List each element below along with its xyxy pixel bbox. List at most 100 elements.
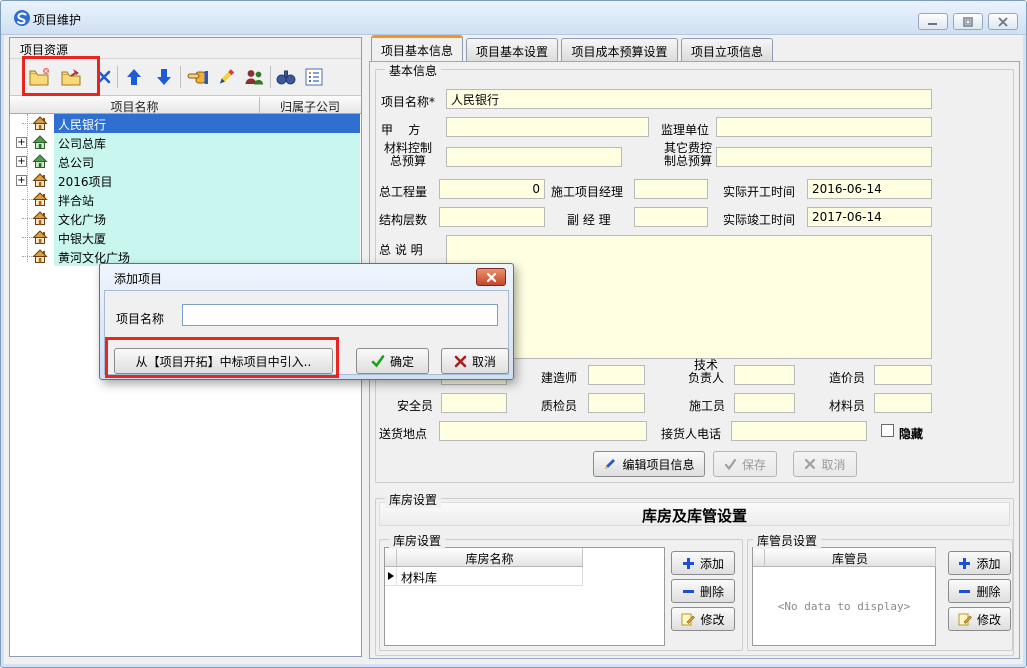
- receiver-phone-field[interactable]: [731, 421, 867, 441]
- tree-item-mixing-station[interactable]: 拌合站: [10, 190, 360, 209]
- cost-estimator-field[interactable]: [874, 365, 932, 385]
- actual-start-field[interactable]: [807, 179, 932, 199]
- structure-layers-field[interactable]: [439, 207, 545, 227]
- supervisor-field[interactable]: [716, 117, 932, 137]
- actual-completion-field[interactable]: [807, 207, 932, 227]
- edit-note-icon: [958, 612, 972, 626]
- dialog-cancel-button[interactable]: 取消: [441, 348, 509, 374]
- deputy-manager-field[interactable]: [634, 207, 708, 227]
- search-binoculars-icon[interactable]: [274, 64, 298, 90]
- expand-icon[interactable]: [16, 156, 27, 167]
- hide-checkbox[interactable]: [881, 424, 894, 437]
- tree-item-head-office[interactable]: 总公司: [10, 152, 360, 171]
- party-a-field[interactable]: [446, 117, 649, 137]
- deputy-manager-label: 副 经 理: [567, 211, 611, 228]
- structure-layers-label: 结构层数: [379, 211, 427, 228]
- material-budget-label: 材料控制总预算: [373, 142, 443, 168]
- total-quantity-field[interactable]: [439, 179, 545, 199]
- general-note-field[interactable]: [446, 235, 932, 359]
- new-project-folder-icon[interactable]: [27, 64, 51, 90]
- quality-inspector-label: 质检员: [541, 397, 577, 414]
- tree-item-culture-square[interactable]: 文化广场: [10, 209, 360, 228]
- pen-icon: [603, 457, 617, 471]
- dialog-name-field[interactable]: [182, 304, 498, 326]
- constructor-field[interactable]: [588, 365, 645, 385]
- delivery-location-label: 送货地点: [379, 425, 427, 442]
- tree-item-zhongyin-tower[interactable]: 中银大厦: [10, 228, 360, 247]
- dialog-title: 添加项目: [114, 270, 162, 287]
- warehouse-add-button[interactable]: 添加: [671, 551, 735, 575]
- keeper-right-legend: 库管员设置: [753, 532, 821, 549]
- tree-column-header: 项目名称 归属子公司: [10, 96, 361, 114]
- check-icon: [371, 354, 385, 368]
- construction-manager-field[interactable]: [634, 179, 708, 199]
- edit-project-info-button[interactable]: 编辑项目信息: [593, 451, 705, 477]
- tree-item-2016-projects[interactable]: 2016项目: [10, 171, 360, 190]
- import-folder-icon[interactable]: [59, 64, 83, 90]
- tree-item-renmin-bank[interactable]: 人民银行: [10, 114, 360, 133]
- edit-pencil-icon[interactable]: [214, 64, 238, 90]
- minus-icon: [958, 585, 971, 598]
- restore-button[interactable]: [953, 13, 983, 30]
- check-icon: [724, 458, 737, 471]
- tree-toolbar: [10, 59, 361, 96]
- minus-icon: [682, 585, 695, 598]
- house-icon: [32, 153, 48, 169]
- warehouse-group-legend: 库房设置: [385, 491, 441, 508]
- house-icon: [32, 172, 48, 188]
- delivery-location-field[interactable]: [439, 421, 647, 441]
- close-button[interactable]: [988, 13, 1018, 30]
- tab-cost-budget-settings[interactable]: 项目成本预算设置: [561, 38, 678, 61]
- tech-director-field[interactable]: [734, 365, 795, 385]
- tab-project-basic-info[interactable]: 项目基本信息: [371, 35, 463, 61]
- dialog-ok-button[interactable]: 确定: [356, 348, 429, 374]
- safety-officer-field[interactable]: [441, 393, 507, 413]
- app-logo-icon: [13, 9, 31, 27]
- keeper-delete-button[interactable]: 删除: [948, 579, 1011, 603]
- column-project-name: 项目名称: [10, 98, 259, 115]
- save-button[interactable]: 保存: [713, 451, 777, 477]
- delete-node-icon[interactable]: [92, 64, 116, 90]
- edit-note-icon: [681, 612, 695, 626]
- house-icon: [32, 248, 48, 264]
- minimize-button[interactable]: [918, 13, 948, 30]
- house-icon: [32, 229, 48, 245]
- move-down-icon[interactable]: [152, 64, 176, 90]
- material-clerk-label: 材料员: [829, 397, 865, 414]
- hand-pointer-icon[interactable]: [186, 64, 210, 90]
- keeper-add-button[interactable]: 添加: [948, 551, 1011, 575]
- dialog-close-button[interactable]: [476, 268, 506, 286]
- warehouse-modify-button[interactable]: 修改: [671, 607, 735, 631]
- house-icon: [32, 191, 48, 207]
- other-budget-field[interactable]: [716, 147, 932, 167]
- general-note-label: 总 说 明: [379, 241, 423, 258]
- plus-icon: [682, 557, 695, 570]
- add-project-dialog: 添加项目 项目名称 从【项目开拓】中标项目中引入.. 确定 取消: [99, 263, 514, 380]
- column-subsidiary: 归属子公司: [260, 98, 360, 115]
- warehouse-delete-button[interactable]: 删除: [671, 579, 735, 603]
- house-icon: [32, 134, 48, 150]
- no-data-text: <No data to display>: [753, 600, 935, 613]
- list-settings-icon[interactable]: [302, 64, 326, 90]
- material-clerk-field[interactable]: [874, 393, 932, 413]
- move-up-icon[interactable]: [122, 64, 146, 90]
- expand-icon[interactable]: [16, 175, 27, 186]
- users-icon[interactable]: [242, 64, 266, 90]
- tab-project-initiation-info[interactable]: 项目立项信息: [681, 38, 773, 61]
- house-icon: [32, 210, 48, 226]
- total-quantity-label: 总工程量: [379, 183, 427, 200]
- material-budget-field[interactable]: [446, 147, 622, 167]
- x-icon: [454, 355, 467, 368]
- panel-title: 项目资源: [20, 43, 68, 57]
- tab-project-basic-settings[interactable]: 项目基本设置: [466, 38, 558, 61]
- dialog-import-button[interactable]: 从【项目开拓】中标项目中引入..: [114, 348, 333, 374]
- keeper-modify-button[interactable]: 修改: [948, 607, 1011, 631]
- constructor-label: 建造师: [541, 369, 577, 386]
- expand-icon[interactable]: [16, 137, 27, 148]
- tree-item-company-store[interactable]: 公司总库: [10, 133, 360, 152]
- project-name-field[interactable]: [446, 89, 932, 109]
- cancel-button[interactable]: 取消: [793, 451, 857, 477]
- quality-inspector-field[interactable]: [588, 393, 645, 413]
- warehouse-banner: 库房及库管设置: [379, 502, 1010, 526]
- construction-worker-field[interactable]: [734, 393, 795, 413]
